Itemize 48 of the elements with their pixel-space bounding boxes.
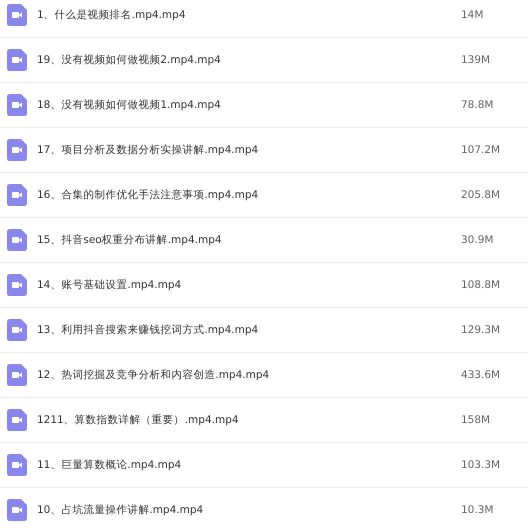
file-row[interactable]: 16、合集的制作优化手法注意事项.mp4.mp4 205.8M [0,173,528,218]
video-file-icon [7,139,27,161]
file-size: 108.8M [461,279,500,291]
video-file-icon [7,499,27,521]
file-size: 139M [461,54,490,66]
file-size: 78.8M [461,99,494,111]
file-row[interactable]: 1211、算数指数详解（重要）.mp4.mp4 158M [0,398,528,443]
file-name: 12、热词挖掘及竞争分析和内容创造.mp4.mp4 [37,368,270,382]
file-row[interactable]: 17、项目分析及数据分析实操讲解.mp4.mp4 107.2M [0,128,528,173]
video-file-icon [7,274,27,296]
file-size: 103.3M [461,459,500,471]
file-size: 205.8M [461,189,500,201]
file-size: 433.6M [461,369,500,381]
file-row[interactable]: 11、巨量算数概论.mp4.mp4 103.3M [0,443,528,488]
file-size: 129.3M [461,324,500,336]
file-row[interactable]: 1、什么是视频排名.mp4.mp4 14M [0,0,528,38]
file-row[interactable]: 15、抖音seo权重分布讲解.mp4.mp4 30.9M [0,218,528,263]
file-row[interactable]: 12、热词挖掘及竞争分析和内容创造.mp4.mp4 433.6M [0,353,528,398]
file-row[interactable]: 13、利用抖音搜索来赚钱挖词方式.mp4.mp4 129.3M [0,308,528,353]
file-size: 30.9M [461,234,494,246]
video-file-icon [7,49,27,71]
file-size: 10.3M [461,504,494,516]
video-file-icon [7,94,27,116]
video-file-icon [7,229,27,251]
file-name: 1、什么是视频排名.mp4.mp4 [37,8,187,22]
file-row[interactable]: 18、没有视频如何做视频1.mp4.mp4 78.8M [0,83,528,128]
file-name: 13、利用抖音搜索来赚钱挖词方式.mp4.mp4 [37,323,260,337]
file-name: 19、没有视频如何做视频2.mp4.mp4 [37,53,222,67]
file-name: 14、账号基础设置.mp4.mp4 [37,278,182,292]
file-row[interactable]: 19、没有视频如何做视频2.mp4.mp4 139M [0,38,528,83]
video-file-icon [7,364,27,386]
file-size: 158M [461,414,490,426]
video-file-icon [7,184,27,206]
video-file-icon [7,409,27,431]
file-name: 15、抖音seo权重分布讲解.mp4.mp4 [37,233,223,247]
file-size: 107.2M [461,144,500,156]
file-size: 14M [461,9,484,21]
video-file-icon [7,4,27,26]
file-row[interactable]: 14、账号基础设置.mp4.mp4 108.8M [0,263,528,308]
file-name: 1211、算数指数详解（重要）.mp4.mp4 [37,413,240,427]
file-row[interactable]: 10、占坑流量操作讲解.mp4.mp4 10.3M [0,488,528,532]
video-file-icon [7,454,27,476]
file-name: 18、没有视频如何做视频1.mp4.mp4 [37,98,222,112]
file-name: 11、巨量算数概论.mp4.mp4 [37,458,182,472]
file-name: 10、占坑流量操作讲解.mp4.mp4 [37,503,204,517]
file-name: 16、合集的制作优化手法注意事项.mp4.mp4 [37,188,260,202]
file-name: 17、项目分析及数据分析实操讲解.mp4.mp4 [37,143,260,157]
video-file-icon [7,319,27,341]
